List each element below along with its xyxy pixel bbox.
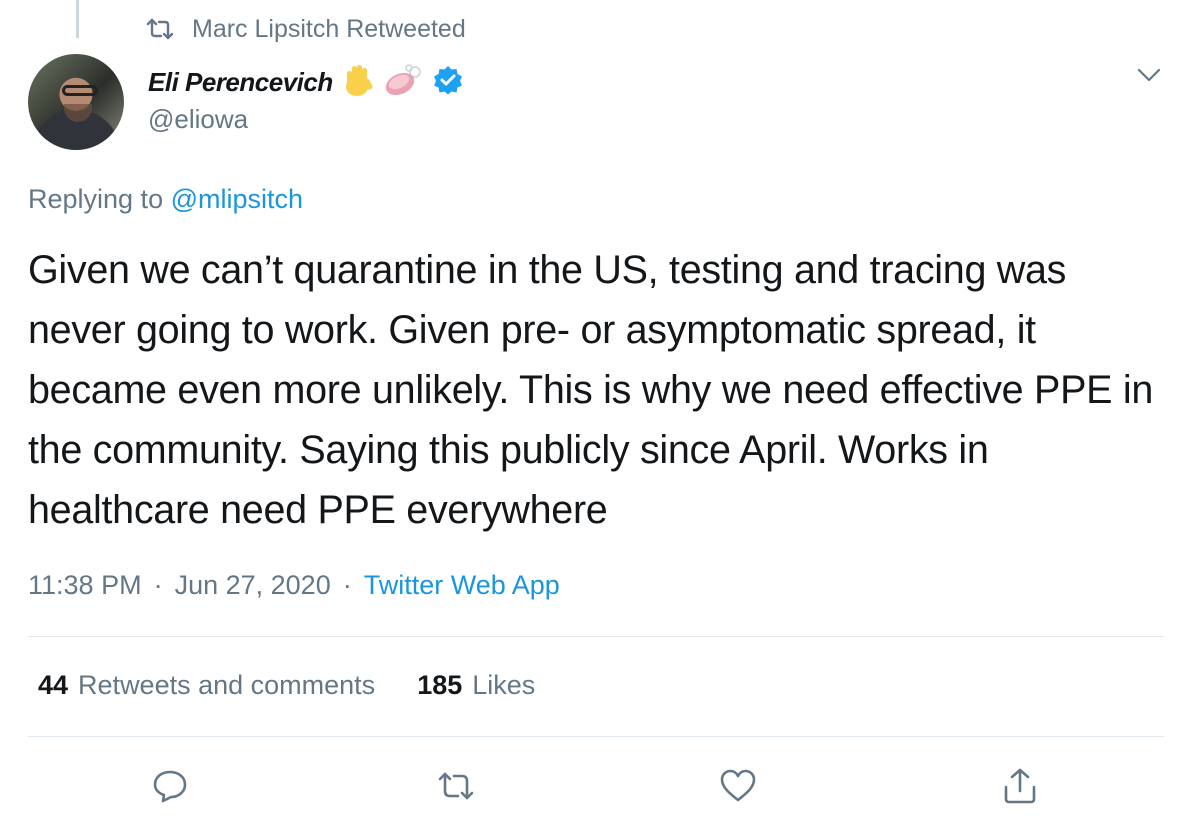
soap-emoji xyxy=(383,63,423,102)
retweet-icon xyxy=(438,772,474,800)
replying-to-mention[interactable]: @mlipsitch xyxy=(171,184,303,214)
replying-to: Replying to @mlipsitch xyxy=(28,184,303,215)
avatar[interactable] xyxy=(28,54,124,150)
retweet-icon xyxy=(146,18,174,40)
meta-separator: · xyxy=(342,570,352,600)
author-name-row: Eli Perencevich xyxy=(148,62,463,102)
tweet-stats: 44 Retweets and comments 185 Likes xyxy=(38,670,577,701)
like-button[interactable] xyxy=(718,766,758,806)
retweets-stat[interactable]: 44 Retweets and comments xyxy=(38,670,375,701)
likes-count: 185 xyxy=(417,670,463,700)
meta-separator: · xyxy=(153,570,163,600)
share-icon xyxy=(1004,768,1036,804)
likes-label: Likes xyxy=(472,670,536,700)
share-button[interactable] xyxy=(1000,766,1040,806)
verified-badge-icon xyxy=(433,65,463,100)
retweets-label: Retweets and comments xyxy=(78,670,376,700)
tweet-meta: 11:38 PM · Jun 27, 2020 · Twitter Web Ap… xyxy=(28,570,560,601)
author-display-name[interactable]: Eli Perencevich xyxy=(148,67,333,98)
reply-icon xyxy=(153,770,187,803)
retweet-context-text[interactable]: Marc Lipsitch Retweeted xyxy=(192,15,466,44)
author-handle[interactable]: @eliowa xyxy=(148,104,248,135)
retweet-context: Marc Lipsitch Retweeted xyxy=(146,12,466,46)
like-icon xyxy=(720,769,756,802)
tweet-text: Given we can’t quarantine in the US, tes… xyxy=(28,248,1153,532)
retweets-count: 44 xyxy=(38,670,69,700)
reply-button[interactable] xyxy=(150,766,190,806)
raised-hand-emoji xyxy=(343,63,373,102)
thread-connector-line xyxy=(76,0,79,38)
chevron-down-icon[interactable] xyxy=(1136,64,1162,86)
replying-to-prefix: Replying to xyxy=(28,184,164,214)
divider xyxy=(28,736,1164,737)
retweet-button[interactable] xyxy=(436,766,476,806)
likes-stat[interactable]: 185 Likes xyxy=(417,670,535,701)
tweet-source[interactable]: Twitter Web App xyxy=(364,570,560,601)
divider xyxy=(28,636,1164,637)
tweet-date[interactable]: Jun 27, 2020 xyxy=(175,570,331,601)
tweet-actions xyxy=(0,766,1192,810)
tweet-time[interactable]: 11:38 PM xyxy=(28,570,142,601)
